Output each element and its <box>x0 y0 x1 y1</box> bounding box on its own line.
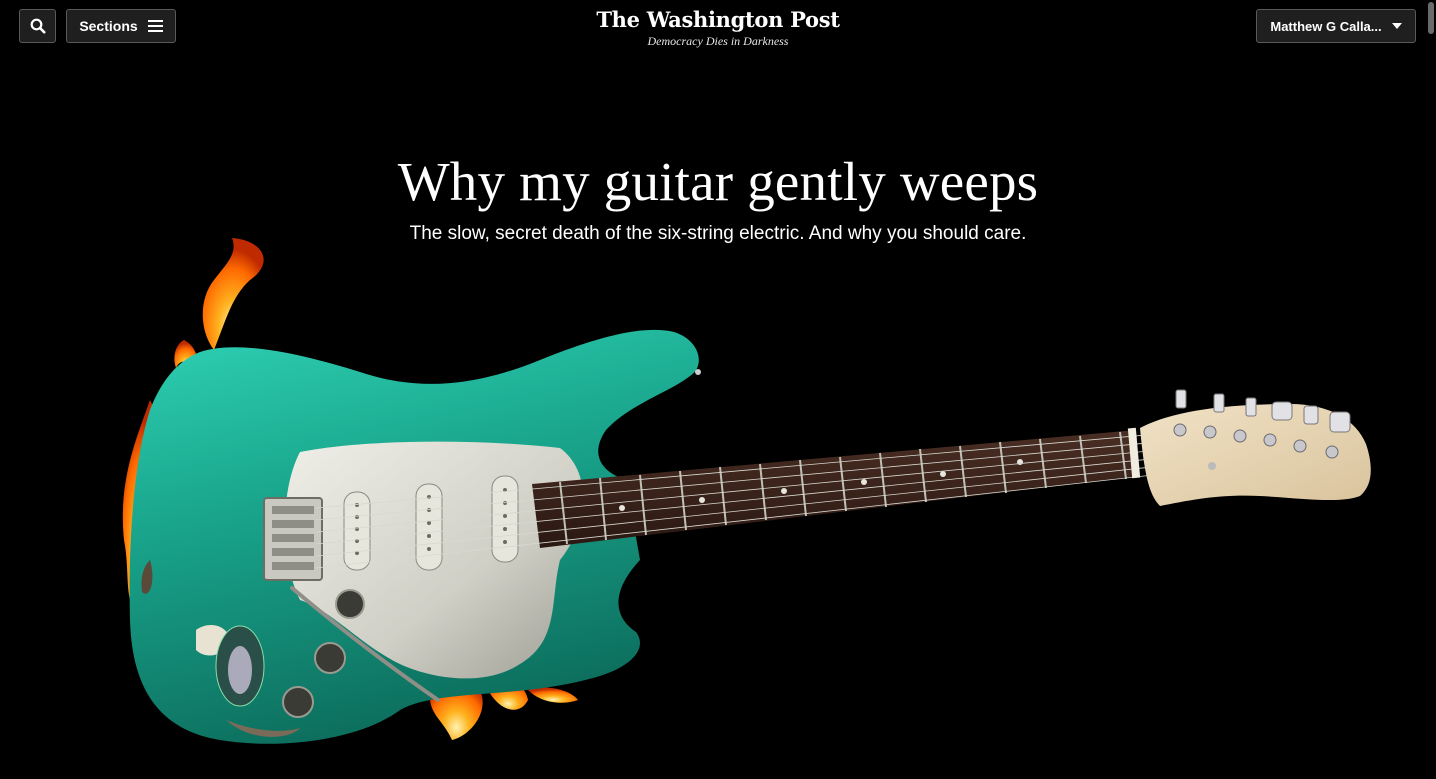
masthead: The Washington Post Democracy Dies in Da… <box>0 6 1436 48</box>
article-dek: The slow, secret death of the six-string… <box>409 223 1027 244</box>
burning-guitar-image <box>122 238 1371 744</box>
scrollbar-thumb[interactable] <box>1428 2 1434 34</box>
caret-down-icon <box>1391 23 1402 29</box>
user-menu-button[interactable]: Matthew G Calla... <box>1256 9 1416 43</box>
site-logo[interactable]: The Washington Post <box>0 6 1436 34</box>
article-headline: Why my guitar gently weeps <box>397 151 1039 212</box>
site-tagline: Democracy Dies in Darkness <box>647 34 789 48</box>
page: Sections The Washington Post Democracy D… <box>0 0 1436 779</box>
user-name: Matthew G Calla... <box>1270 18 1382 34</box>
